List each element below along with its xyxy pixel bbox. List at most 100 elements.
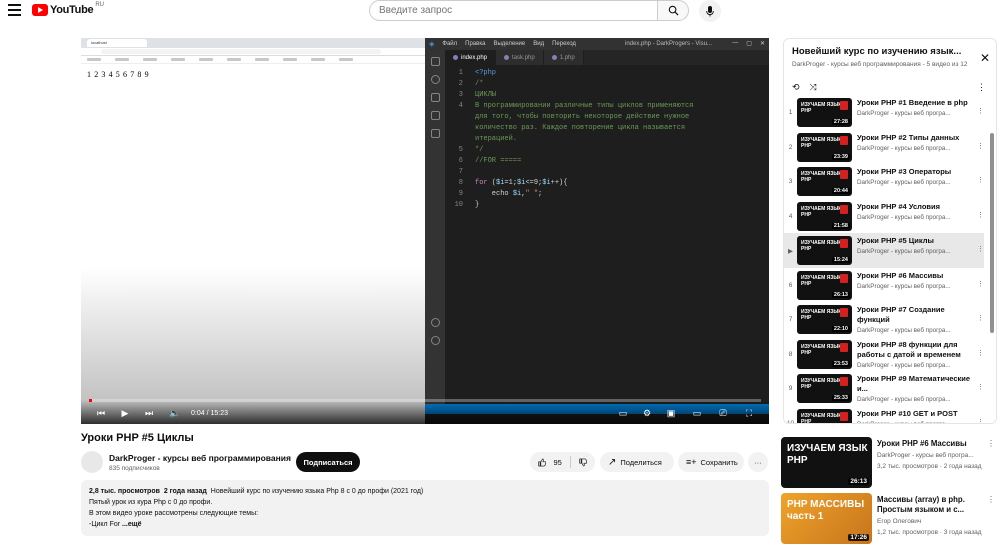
playlist-index: 8: [788, 350, 793, 358]
playlist-item[interactable]: 8 ИЗУЧАЕМ ЯЗЫК PHP 23:53 Уроки PHP #8 функц…: [784, 337, 984, 372]
playlist-thumbnail[interactable]: ИЗУЧАЕМ ЯЗЫК PHP 21:58: [797, 201, 852, 231]
search-icon: [668, 5, 679, 16]
playlist-thumbnail[interactable]: ИЗУЧАЕМ ЯЗЫК PHP 27:28: [797, 98, 852, 127]
play-button[interactable]: ▶: [119, 407, 131, 419]
voice-search-button[interactable]: [699, 0, 721, 22]
playlist-menu-icon[interactable]: ⋮: [977, 82, 986, 93]
recommended-thumbnail[interactable]: ИЗУЧАЕМ ЯЗЫК PHP 26:13: [781, 437, 872, 488]
recommended-video[interactable]: PHP МАССИВЫ часть 1 17:26 Массивы (array) …: [781, 493, 997, 545]
channel-name[interactable]: DarkProger - курсы веб программирования: [109, 453, 291, 463]
playlist-subtitle: DarkProger - курсы веб программирования …: [792, 61, 968, 68]
vscode-tab: task.php: [496, 50, 544, 65]
vscode-logo-icon: ◈: [429, 41, 435, 48]
theater-icon[interactable]: ▭: [691, 407, 703, 419]
vscode-tab-label: index.php: [461, 54, 488, 61]
show-more-link[interactable]: ...ещё: [122, 521, 142, 528]
shuffle-icon[interactable]: ⤨: [810, 82, 817, 96]
thumbnail-badge: [840, 204, 848, 214]
playlist-item-channel: DarkProger - курсы веб програ...: [857, 179, 951, 186]
thumbnail-badge: [840, 239, 848, 248]
more-icon[interactable]: ⋮: [987, 495, 995, 504]
item-menu-icon[interactable]: ⋮: [977, 211, 984, 219]
playlist-thumbnail[interactable]: ИЗУЧАЕМ ЯЗЫК PHP 23:53: [797, 339, 852, 369]
code-line: 9 echo $i," ";: [445, 189, 769, 200]
item-menu-icon[interactable]: ⋮: [977, 418, 984, 424]
browser-tab: localhost: [87, 39, 147, 47]
loop-icon[interactable]: ⟲: [792, 82, 800, 96]
save-button[interactable]: ≡+ Сохранить: [678, 452, 744, 472]
vscode-activity-bar: [425, 50, 445, 412]
settings-gear-icon[interactable]: ⚙: [641, 407, 653, 419]
page-output: 1 2 3 4 5 6 7 8 9: [87, 70, 150, 79]
subtitles-icon[interactable]: ▭: [617, 407, 629, 419]
search-button[interactable]: [657, 0, 689, 21]
line-number: 6: [458, 157, 463, 165]
vscode-menu: Файл Правка Выделение Вид Переход: [442, 41, 584, 47]
playlist-item[interactable]: 7 ИЗУЧАЕМ ЯЗЫК PHP 22:10 Уроки PHP #7 Созда…: [784, 302, 984, 337]
playlist-item-channel: DarkProger - курсы веб програ...: [857, 110, 951, 117]
playlist-item-channel: DarkProger - курсы веб програ...: [857, 396, 951, 403]
browser-bookmarks: [81, 56, 425, 64]
playlist-item[interactable]: 9 ИЗУЧАЕМ ЯЗЫК PHP 25:33 Уроки PHP #9 Матем…: [784, 371, 984, 406]
line-number: 3: [458, 91, 463, 99]
vscode-menu-item: Файл: [442, 41, 458, 47]
playlist-index: 7: [788, 316, 793, 323]
miniplayer-icon[interactable]: ▣: [665, 407, 677, 419]
more-actions-button[interactable]: ···: [748, 452, 768, 472]
playlist-thumbnail[interactable]: ИЗУЧАЕМ ЯЗЫК PHP 23:39: [797, 132, 852, 162]
playlist-thumbnail[interactable]: ИЗУЧАЕМ ЯЗЫК PHP 15:24: [797, 236, 852, 265]
recommended-video[interactable]: ИЗУЧАЕМ ЯЗЫК PHP 26:13 Уроки PHP #6 Массив…: [781, 437, 997, 489]
playlist-item[interactable]: 3 ИЗУЧАЕМ ЯЗЫК PHP 20:44 Уроки PHP #3 Опера…: [784, 164, 984, 199]
playlist-item[interactable]: 10 ИЗУЧАЕМ ЯЗЫК PHP Уроки PHP #10 GET и PO…: [784, 406, 984, 424]
previous-button[interactable]: ⏮: [95, 407, 107, 419]
like-button[interactable]: 95: [530, 452, 595, 472]
thumbnail-badge: [840, 170, 848, 179]
item-menu-icon[interactable]: ⋮: [977, 176, 984, 184]
fullscreen-icon[interactable]: ⛶: [743, 407, 755, 419]
video-title: Уроки PHP #5 Циклы: [81, 432, 194, 444]
close-icon[interactable]: ✕: [980, 51, 990, 65]
playlist-scrollbar[interactable]: [990, 133, 994, 333]
duration-badge: 21:58: [831, 222, 850, 229]
item-menu-icon[interactable]: ⋮: [977, 280, 984, 288]
playlist-thumbnail[interactable]: ИЗУЧАЕМ ЯЗЫК PHP 20:44: [797, 167, 852, 196]
playlist-thumbnail[interactable]: ИЗУЧАЕМ ЯЗЫК PHP 25:33: [797, 374, 852, 403]
item-menu-icon[interactable]: ⋮: [977, 142, 984, 150]
playlist-item[interactable]: ▶ ИЗУЧАЕМ ЯЗЫК PHP 15:24 Уроки PHP #5 Циклы…: [784, 233, 984, 268]
vscode-tab-label: task.php: [512, 54, 535, 61]
item-menu-icon[interactable]: ⋮: [977, 245, 984, 253]
playlist-item[interactable]: 6 ИЗУЧАЕМ ЯЗЫК PHP 26:13 Уроки PHP #6 Масси…: [784, 268, 984, 303]
playlist-item[interactable]: 1 ИЗУЧАЕМ ЯЗЫК PHP 27:28 Уроки PHP #1 Введе…: [784, 95, 984, 130]
item-menu-icon[interactable]: ⋮: [977, 383, 984, 391]
playlist-thumbnail[interactable]: ИЗУЧАЕМ ЯЗЫК PHP 26:13: [797, 270, 852, 300]
playlist-thumbnail[interactable]: ИЗУЧАЕМ ЯЗЫК PHP: [797, 408, 852, 423]
playlist-title[interactable]: Новейший курс по изучению язык...: [792, 46, 988, 57]
logo-text: YouTube: [50, 4, 94, 16]
playlist-item-title: Уроки PHP #5 Циклы: [857, 236, 934, 245]
video-player[interactable]: localhost 1 2 3 4 5 6 7 8 9 ◈ Файл Правка…: [81, 38, 769, 424]
subscribe-button[interactable]: Подписаться: [296, 452, 360, 472]
description-box[interactable]: 2,8 тыс. просмотров 2 года назад Новейши…: [81, 480, 769, 536]
playlist-item[interactable]: 2 ИЗУЧАЕМ ЯЗЫК PHP 23:39 Уроки PHP #2 Типы …: [784, 130, 984, 165]
item-menu-icon[interactable]: ⋮: [977, 314, 984, 322]
item-menu-icon[interactable]: ⋮: [977, 349, 984, 357]
search-input[interactable]: [369, 0, 657, 21]
playlist-thumbnail[interactable]: ИЗУЧАЕМ ЯЗЫК PHP 22:10: [797, 305, 852, 334]
next-button[interactable]: ⏭: [143, 407, 155, 419]
progress-bar[interactable]: [89, 399, 761, 402]
youtube-logo[interactable]: YouTube RU: [32, 2, 104, 16]
item-menu-icon[interactable]: ⋮: [977, 107, 984, 115]
code-line: 7: [445, 167, 769, 178]
more-icon[interactable]: ⋮: [987, 439, 995, 448]
recommended-thumbnail[interactable]: PHP МАССИВЫ часть 1 17:26: [781, 493, 872, 544]
share-button[interactable]: ↗ Поделиться: [600, 452, 674, 472]
channel-avatar[interactable]: [81, 451, 103, 473]
menu-icon[interactable]: [8, 4, 21, 16]
cast-icon[interactable]: ⎚: [717, 407, 729, 419]
thumbs-down-icon[interactable]: [578, 457, 587, 468]
playlist-item[interactable]: 4 ИЗУЧАЕМ ЯЗЫК PHP 21:58 Уроки PHP #4 Услов…: [784, 199, 984, 234]
source-control-icon: [430, 93, 440, 102]
duration-badge: 26:13: [848, 478, 869, 485]
vscode-tab: index.php: [445, 50, 497, 65]
volume-icon[interactable]: 🔈: [169, 407, 181, 419]
